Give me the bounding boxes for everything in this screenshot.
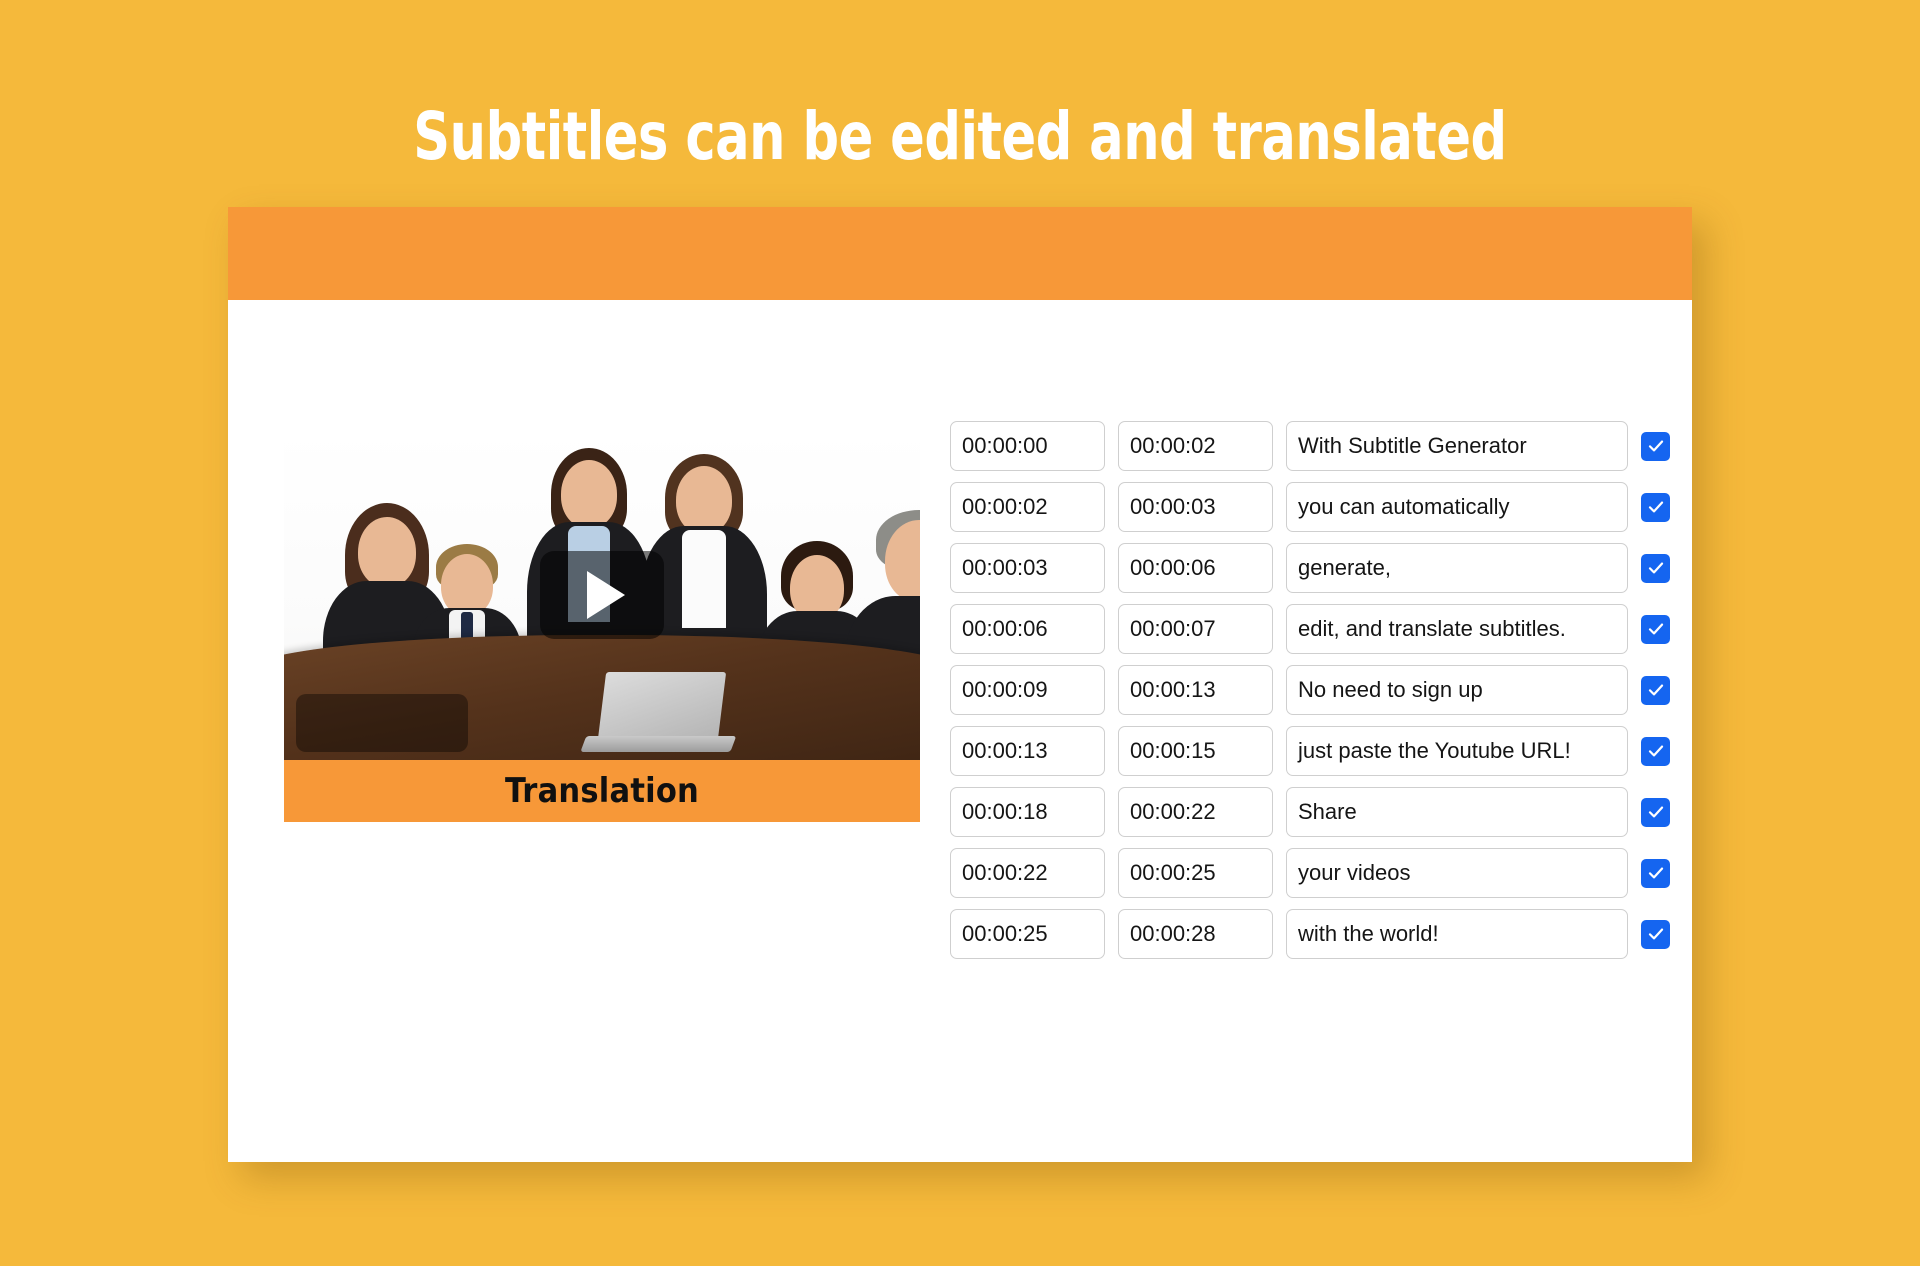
video-thumbnail[interactable]: [284, 430, 920, 760]
subtitle-enabled-checkbox[interactable]: [1641, 675, 1670, 705]
subtitle-enabled-checkbox[interactable]: [1641, 736, 1670, 766]
start-time-input[interactable]: 00:00:13: [950, 726, 1105, 776]
start-time-input[interactable]: 00:00:06: [950, 604, 1105, 654]
translation-caption-bar: Translation: [284, 760, 920, 822]
subtitle-row: 00:00:13 00:00:15 just paste the Youtube U…: [950, 726, 1670, 776]
end-time-input[interactable]: 00:00:13: [1118, 665, 1273, 715]
subtitle-row: 00:00:25 00:00:28 with the world!: [950, 909, 1670, 959]
subtitle-enabled-checkbox[interactable]: [1641, 919, 1670, 949]
subtitle-text-input[interactable]: with the world!: [1286, 909, 1628, 959]
end-time-input[interactable]: 00:00:22: [1118, 787, 1273, 837]
subtitle-text-input[interactable]: With Subtitle Generator: [1286, 421, 1628, 471]
subtitle-enabled-checkbox[interactable]: [1641, 492, 1670, 522]
subtitle-text-input[interactable]: just paste the Youtube URL!: [1286, 726, 1628, 776]
subtitle-row: 00:00:00 00:00:02 With Subtitle Generator: [950, 421, 1670, 471]
start-time-input[interactable]: 00:00:25: [950, 909, 1105, 959]
subtitle-text-input[interactable]: Share: [1286, 787, 1628, 837]
card-body: Translation 00:00:00 00:00:02 With Subtitl…: [228, 300, 1692, 1162]
subtitle-list: 00:00:00 00:00:02 With Subtitle Generator 0…: [950, 421, 1670, 959]
subtitle-enabled-checkbox[interactable]: [1641, 431, 1670, 461]
start-time-input[interactable]: 00:00:00: [950, 421, 1105, 471]
start-time-input[interactable]: 00:00:18: [950, 787, 1105, 837]
subtitle-row: 00:00:03 00:00:06 generate,: [950, 543, 1670, 593]
subtitle-enabled-checkbox[interactable]: [1641, 553, 1670, 583]
app-card: Translation 00:00:00 00:00:02 With Subtitl…: [228, 207, 1692, 1162]
end-time-input[interactable]: 00:00:15: [1118, 726, 1273, 776]
subtitle-text-input[interactable]: your videos: [1286, 848, 1628, 898]
end-time-input[interactable]: 00:00:02: [1118, 421, 1273, 471]
end-time-input[interactable]: 00:00:07: [1118, 604, 1273, 654]
subtitle-text-input[interactable]: edit, and translate subtitles.: [1286, 604, 1628, 654]
start-time-input[interactable]: 00:00:22: [950, 848, 1105, 898]
video-preview: Translation: [284, 430, 920, 822]
card-header-bar: [228, 207, 1692, 300]
translation-label: Translation: [504, 771, 700, 811]
subtitle-enabled-checkbox[interactable]: [1641, 797, 1670, 827]
subtitle-row: 00:00:22 00:00:25 your videos: [950, 848, 1670, 898]
end-time-input[interactable]: 00:00:03: [1118, 482, 1273, 532]
end-time-input[interactable]: 00:00:28: [1118, 909, 1273, 959]
subtitle-text-input[interactable]: you can automatically: [1286, 482, 1628, 532]
start-time-input[interactable]: 00:00:03: [950, 543, 1105, 593]
subtitle-enabled-checkbox[interactable]: [1641, 614, 1670, 644]
subtitle-row: 00:00:06 00:00:07 edit, and translate subt…: [950, 604, 1670, 654]
page-title: Subtitles can be edited and translated: [413, 98, 1507, 176]
start-time-input[interactable]: 00:00:09: [950, 665, 1105, 715]
subtitle-row: 00:00:18 00:00:22 Share: [950, 787, 1670, 837]
laptop-prop: [597, 672, 727, 741]
subtitle-row: 00:00:02 00:00:03 you can automatically: [950, 482, 1670, 532]
subtitle-text-input[interactable]: generate,: [1286, 543, 1628, 593]
play-icon[interactable]: [540, 551, 664, 639]
subtitle-text-input[interactable]: No need to sign up: [1286, 665, 1628, 715]
start-time-input[interactable]: 00:00:02: [950, 482, 1105, 532]
end-time-input[interactable]: 00:00:06: [1118, 543, 1273, 593]
video-control-bar[interactable]: [296, 694, 468, 752]
subtitle-row: 00:00:09 00:00:13 No need to sign up: [950, 665, 1670, 715]
subtitle-enabled-checkbox[interactable]: [1641, 858, 1670, 888]
end-time-input[interactable]: 00:00:25: [1118, 848, 1273, 898]
